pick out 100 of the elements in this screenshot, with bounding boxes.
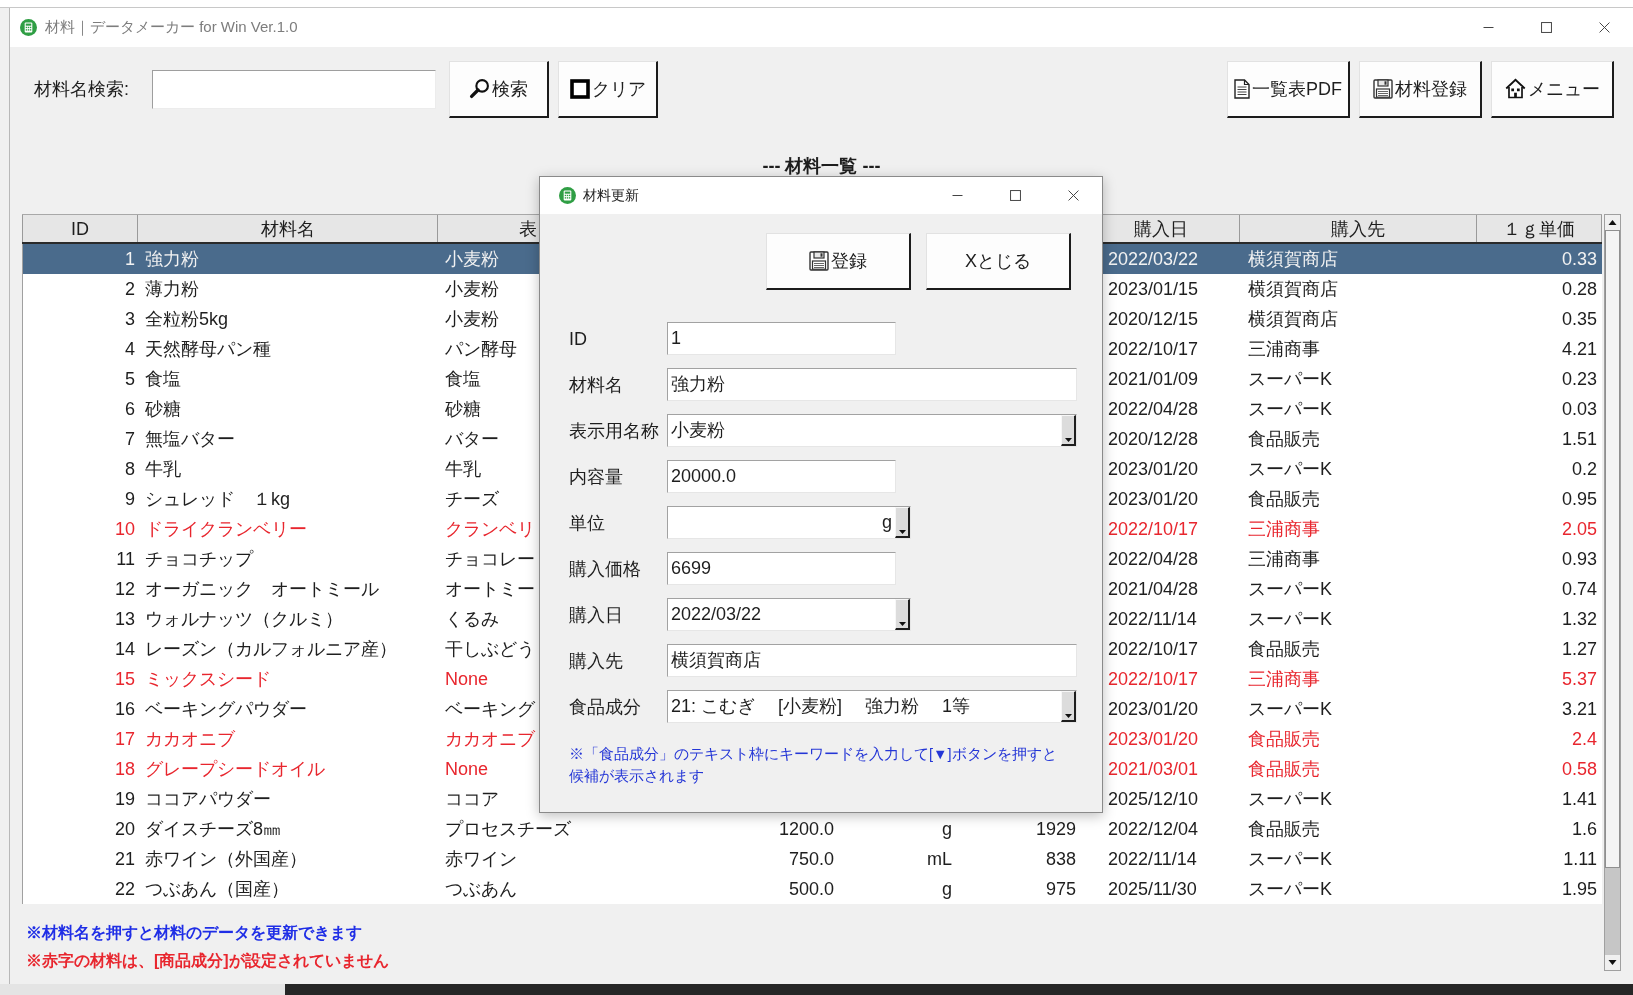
table-cell: 強力粉 [145, 248, 199, 270]
search-button[interactable]: 検索 [449, 60, 549, 118]
dropdown-button[interactable] [895, 599, 910, 630]
scroll-down-icon[interactable] [1605, 955, 1620, 970]
table-cell: 21 [114, 848, 135, 870]
table-cell: 8 [125, 458, 135, 480]
field-label: 単位 [569, 511, 606, 534]
table-cell: クランベリ [445, 518, 535, 540]
minimize-icon [951, 195, 963, 196]
table-cell: ベーキングパウダー [145, 698, 307, 720]
clear-button[interactable]: クリア [558, 60, 658, 118]
table-cell: 2022/11/14 [1108, 608, 1197, 630]
table-cell: 2.05 [1561, 518, 1597, 540]
table-cell: 食品販売 [1248, 728, 1320, 750]
table-cell: 2022/10/17 [1108, 338, 1199, 360]
table-cell: 18 [114, 758, 135, 780]
input-field[interactable]: 横須賀商店 [667, 644, 1077, 677]
input-field[interactable]: 強力粉 [667, 368, 1077, 401]
table-cell: 2023/01/20 [1108, 458, 1199, 480]
home-icon [1504, 78, 1526, 99]
table-cell: チョコレー [445, 548, 535, 570]
table-cell: スーパーK [1248, 848, 1332, 870]
select-field[interactable]: 21: こむぎ [小麦粉] 強力粉 1等 [667, 690, 1077, 723]
select-field[interactable]: 2022/03/22 [667, 598, 911, 631]
table-cell: 2021/01/09 [1108, 368, 1199, 390]
table-cell: 1200.0 [778, 818, 834, 840]
table-cell: 14 [114, 638, 135, 660]
table-cell: 15 [114, 668, 135, 690]
dropdown-button[interactable] [1061, 691, 1076, 722]
table-cell: 2025/11/30 [1108, 878, 1197, 900]
table-cell: 三浦商事 [1248, 338, 1320, 360]
input-field[interactable]: 6699 [667, 552, 896, 585]
table-cell: 食品販売 [1248, 428, 1320, 450]
table-cell: くるみ [445, 608, 499, 630]
table-cell: オートミー [445, 578, 535, 600]
home-button[interactable]: メニュー [1491, 60, 1614, 118]
table-cell: パン酵母 [445, 338, 517, 360]
table-cell: 干しぶどう [445, 638, 535, 660]
scrollbar[interactable] [1604, 214, 1621, 971]
select-field[interactable]: g [667, 506, 911, 539]
table-cell: 1.6 [1571, 818, 1597, 840]
save-button[interactable]: 材料登録 [1359, 60, 1482, 118]
table-cell: 赤ワイン（外国産） [145, 848, 307, 870]
table-cell: 838 [1045, 848, 1076, 870]
table-cell: 横須賀商店 [1248, 248, 1338, 270]
calculator-icon [20, 19, 37, 36]
search-label: 材料名検索: [34, 77, 130, 101]
search-field[interactable] [152, 69, 436, 109]
table-cell: 2022/11/14 [1108, 848, 1197, 870]
field-label: 材料名 [569, 373, 624, 396]
table-cell: スーパーK [1248, 698, 1332, 720]
scrollbar-thumb[interactable] [1605, 230, 1620, 868]
save-button[interactable]: 登録 [766, 233, 911, 290]
table-cell: 0.93 [1561, 548, 1597, 570]
table-cell: 全粒粉5kg [145, 308, 229, 330]
scroll-up-icon[interactable] [1605, 215, 1620, 230]
table-cell: 1.95 [1561, 878, 1597, 900]
table-cell: 0.58 [1561, 758, 1597, 780]
table-cell: 食品販売 [1248, 638, 1320, 660]
table-cell: 横須賀商店 [1248, 278, 1338, 300]
input-field[interactable]: 1 [667, 322, 896, 355]
table-cell: 2020/12/15 [1108, 308, 1199, 330]
table-cell: スーパーK [1248, 398, 1332, 420]
table-cell: 5.37 [1561, 668, 1597, 690]
note-text: ※赤字の材料は、[商品成分]が設定されていません [26, 951, 389, 971]
table-cell: 2023/01/20 [1108, 698, 1199, 720]
document-button[interactable]: 一覧表PDF [1227, 60, 1350, 118]
table-cell: 3 [125, 308, 135, 330]
maximize-icon [1009, 190, 1021, 201]
table-cell: レーズン（カルフォルニア産） [145, 638, 397, 660]
note-text: ※材料名を押すと材料のデータを更新できます [26, 923, 362, 943]
table-cell: 0.03 [1561, 398, 1597, 420]
table-cell: 無塩バター [145, 428, 235, 450]
dropdown-button[interactable] [1061, 415, 1076, 446]
table-cell: 6 [125, 398, 135, 420]
table-cell: 12 [114, 578, 135, 600]
table-cell: 7 [125, 428, 135, 450]
column-header: 購入先 [1331, 217, 1385, 240]
table-cell: None [445, 758, 489, 780]
table-cell: mL [927, 848, 952, 870]
table-cell: 食品販売 [1248, 758, 1320, 780]
table-cell: 2022/12/04 [1108, 818, 1199, 840]
table-cell: 750.0 [788, 848, 834, 870]
table-cell: 1929 [1035, 818, 1076, 840]
input-field[interactable]: 20000.0 [667, 460, 896, 493]
table-cell: 食塩 [145, 368, 181, 390]
column-header: 材料名 [260, 217, 315, 240]
table-cell: 2.4 [1571, 728, 1597, 750]
table-cell: 砂糖 [145, 398, 181, 420]
table-cell: 1.11 [1563, 848, 1597, 870]
table-cell: 牛乳 [445, 458, 481, 480]
hint-text: ※「食品成分」のテキスト枠にキーワードを入力して[▼]ボタンを押すと候補が表示されます [569, 745, 1058, 786]
dropdown-button[interactable] [895, 507, 910, 538]
select-field[interactable]: 小麦粉 [667, 414, 1077, 447]
close-button[interactable]: Xとじる [926, 233, 1071, 290]
table-cell: None [445, 668, 489, 690]
table-cell: g [942, 878, 952, 900]
table-cell: 食品販売 [1248, 818, 1320, 840]
table-cell: 5 [125, 368, 135, 390]
table-cell: 2022/03/22 [1108, 248, 1199, 270]
